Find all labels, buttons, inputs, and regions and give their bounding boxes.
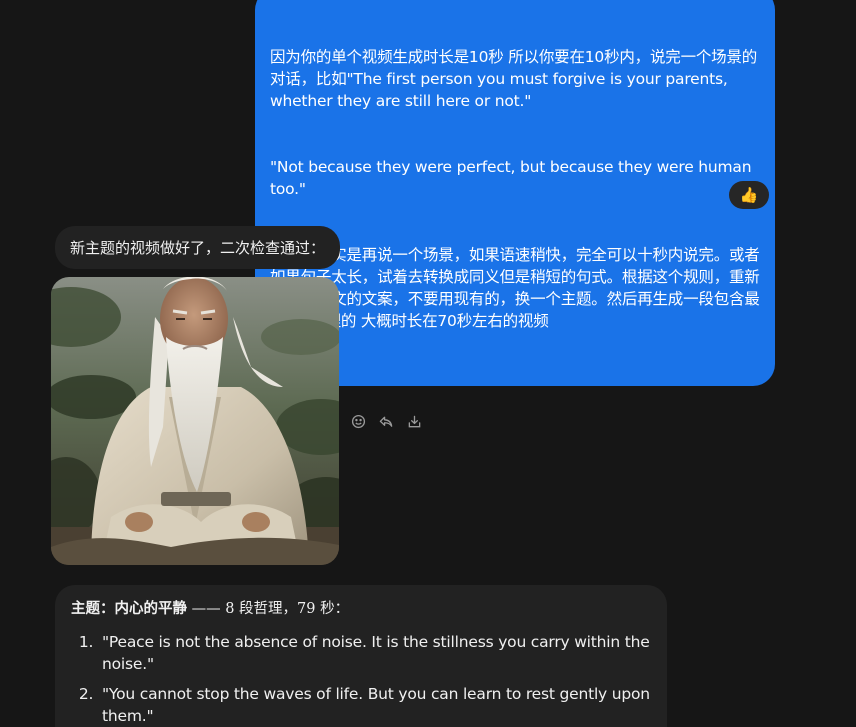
assistant-answer-card: 主题：内心的平静 —— 8 段哲理，79 秒： "Peace is not th…	[55, 585, 667, 727]
generated-image[interactable]	[51, 277, 339, 565]
reply-icon[interactable]	[377, 412, 395, 430]
download-icon[interactable]	[405, 412, 423, 430]
answer-title-rest: —— 8 段哲理，79 秒：	[187, 601, 350, 617]
thumbs-up-icon: 👍	[739, 185, 759, 204]
list-item: "You cannot stop the waves of life. But …	[98, 683, 651, 727]
smile-icon[interactable]	[349, 412, 367, 430]
assistant-status-text: 新主题的视频做好了，二次检查通过：	[70, 239, 326, 257]
assistant-status-bubble: 新主题的视频做好了，二次检查通过：	[55, 226, 341, 269]
user-message-line: 这两句其实是再说一个场景，如果语速稍快，完全可以十秒内说完。或者如果句子太长，试…	[270, 246, 760, 330]
chat-thread: 因为你的单个视频生成时长是10秒 所以你要在10秒内，说完一个场景的对话，比如"…	[0, 0, 856, 727]
quote-list: "Peace is not the absence of noise. It i…	[71, 631, 651, 727]
answer-title: 主题：内心的平静 —— 8 段哲理，79 秒：	[71, 598, 651, 620]
user-message-line: "Not because they were perfect, but beca…	[270, 158, 757, 198]
elder-sage-portrait-icon	[51, 277, 339, 565]
message-actions	[349, 412, 423, 430]
user-message-line: 因为你的单个视频生成时长是10秒 所以你要在10秒内，说完一个场景的对话，比如"…	[270, 48, 758, 110]
list-item: "Peace is not the absence of noise. It i…	[98, 631, 651, 675]
thumbs-up-reaction[interactable]: 👍	[729, 181, 769, 209]
answer-title-bold: 主题：内心的平静	[71, 600, 187, 617]
